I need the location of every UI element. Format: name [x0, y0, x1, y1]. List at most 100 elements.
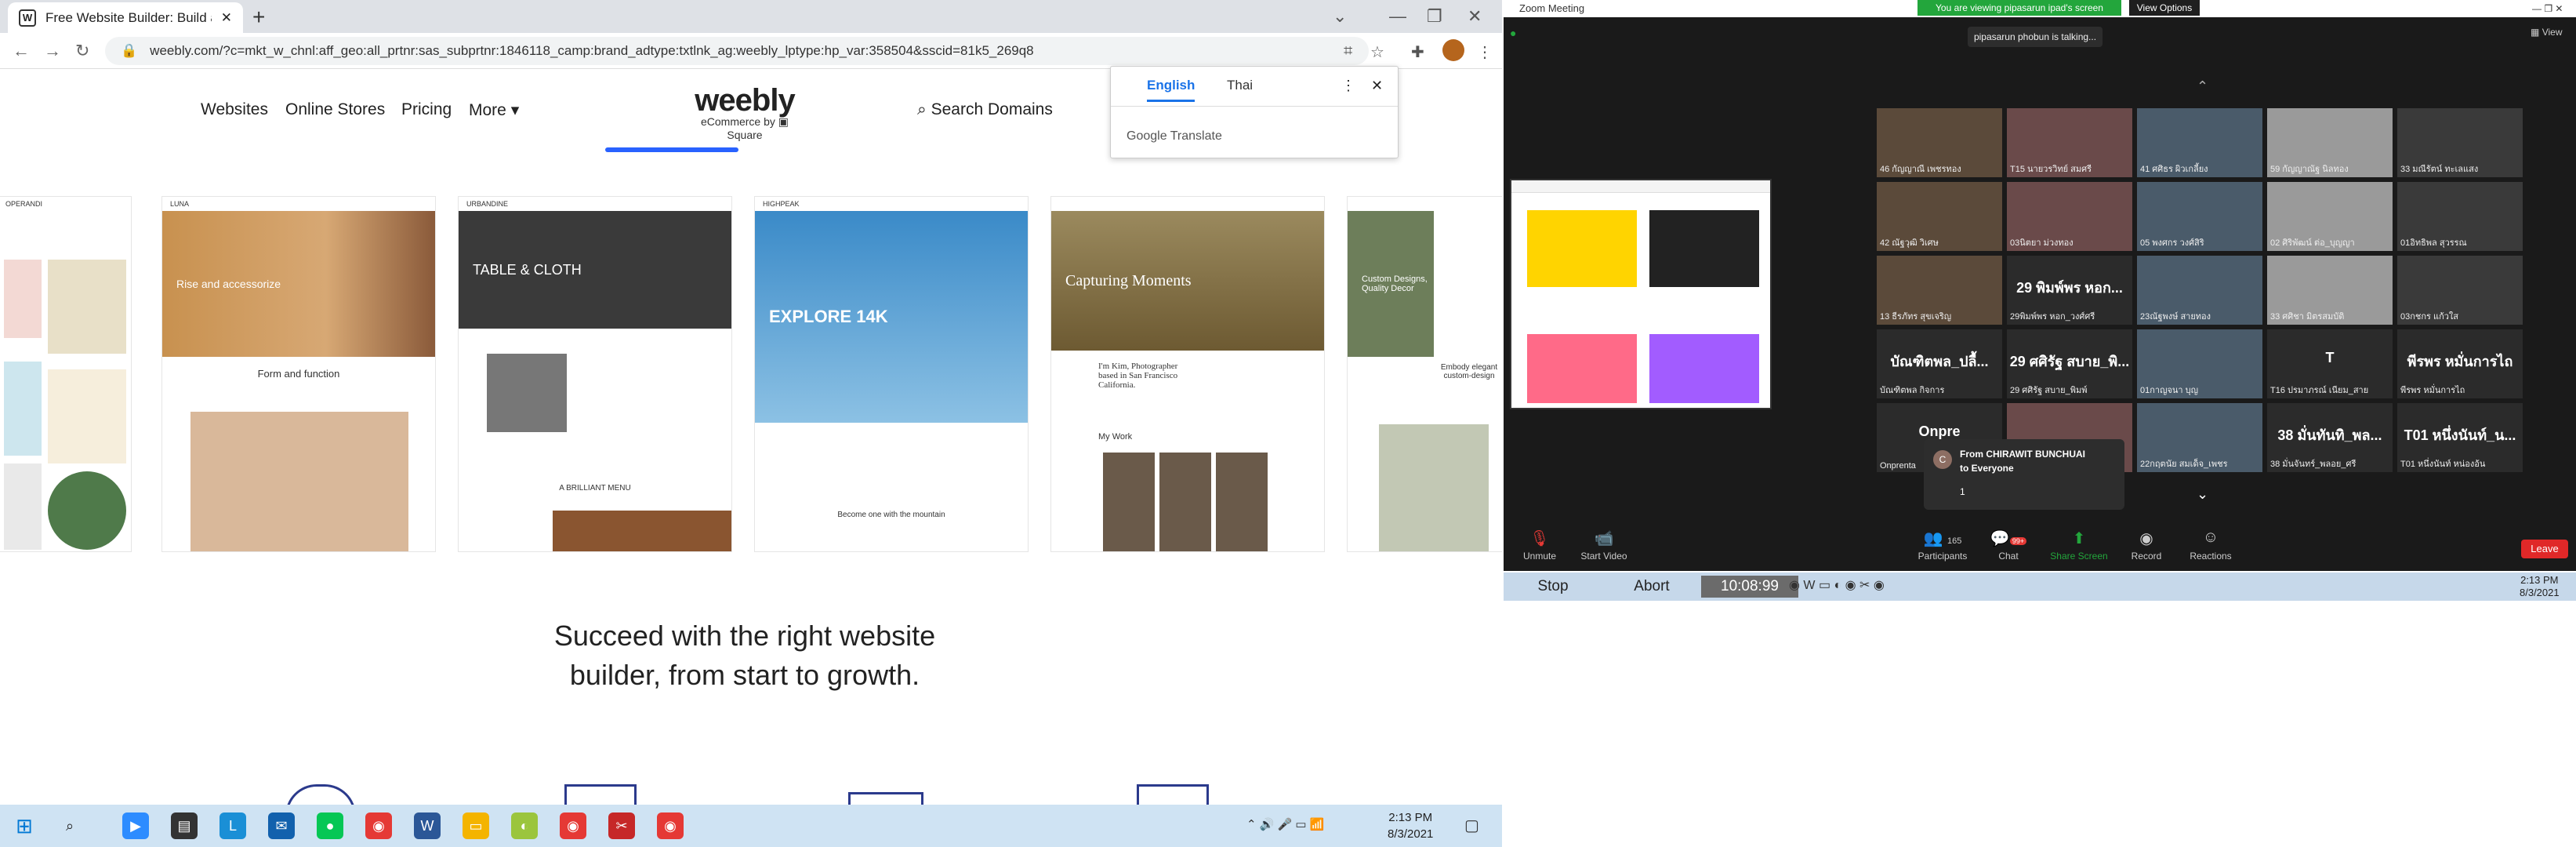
stop-button[interactable]: Stop [1504, 576, 1602, 598]
participant-tile[interactable]: 02 ศิริพัฒน์ ต่อ_บุญญา [2267, 182, 2393, 251]
participant-tile[interactable]: T01 หนึ่งนันท์_น... T01 หนึ่งนันท์ หน่องอ… [2397, 403, 2523, 472]
page-down-icon[interactable]: ⌄ [2197, 486, 2208, 503]
address-bar[interactable]: 🔒 weebly.com/?c=mkt_w_chnl:aff_geo:all_p… [105, 37, 1369, 65]
chat-notification[interactable]: C From CHIRAWIT BUNCHUAI to Everyone 1 [1924, 439, 2124, 510]
share-screen-button[interactable]: ⬆ Share Screen [2048, 529, 2110, 562]
chat-button[interactable]: 💬 99+ Chat [1977, 529, 2040, 562]
participant-tile[interactable]: 01อิทธิพล สุวรรณ [2397, 182, 2523, 251]
participants-button[interactable]: 👥 165 Participants [1911, 529, 1974, 562]
participant-tile[interactable]: 42 ณัฐวุฒิ วิเศษ [1877, 182, 2002, 251]
participant-tile[interactable]: 59 กัญญาณัฐ นิลทอง [2267, 108, 2393, 177]
participant-tile[interactable]: บัณฑิตพล_ปลื้... บัณฑิตพล กิจการ [1877, 329, 2002, 398]
zoom-window-controls-icon[interactable]: — ❐ ✕ [2532, 3, 2563, 14]
windows-start-icon[interactable]: ⊞ [11, 812, 38, 839]
recorder-icon[interactable]: ✂ [608, 812, 635, 839]
store-app-icon[interactable]: ▤ [171, 812, 198, 839]
chrome-profile-icon[interactable]: ◉ [560, 812, 586, 839]
view-options-button[interactable]: View Options [2129, 0, 2200, 16]
shared-screen[interactable] [1510, 179, 1772, 409]
zoom-app-icon[interactable]: ▶ [122, 812, 149, 839]
chat-avatar: C [1933, 450, 1952, 469]
translate-icon[interactable]: ⌗ [1344, 42, 1352, 60]
forward-icon[interactable]: → [44, 41, 61, 61]
folder-icon[interactable]: ▭ [463, 812, 489, 839]
browser-tab[interactable]: W Free Website Builder: Build a Fre ✕ [8, 2, 243, 33]
l-app-icon[interactable]: L [220, 812, 246, 839]
participant-tile[interactable]: 13 ธีรภัทร สุขเจริญ [1877, 256, 2002, 325]
start-video-button[interactable]: 📹 Start Video [1573, 529, 1635, 562]
participant-tile[interactable]: 03กชกร แก้วใส [2397, 256, 2523, 325]
back-icon[interactable]: ← [13, 41, 30, 61]
nav-pricing[interactable]: Pricing [401, 100, 452, 119]
chrome-window-icon[interactable]: ◉ [657, 812, 684, 839]
close-window-icon[interactable]: ✕ [1468, 6, 1482, 27]
participant-tile[interactable]: T15 นายวรวิทย์ สมศรี [2007, 108, 2132, 177]
taskbar-app-icons[interactable]: ◉ W ▭ ◐ ◉ ✂ ◉ [1789, 577, 1885, 593]
participant-tile[interactable]: 29 ศศิรัฐ สบาย_พิ... 29 ศศิรัฐ สบาย_พิมพ์ [2007, 329, 2132, 398]
weebly-logo[interactable]: weebly eCommerce by ▣ Square [682, 83, 807, 141]
participant-tile[interactable]: T T16 ปรมาภรณ์ เนียม_สาย [2267, 329, 2393, 398]
participant-tile[interactable]: 29 พิมพ์พร หอก... 29พิมพ์พร หอก_วงศ์ศรี [2007, 256, 2132, 325]
participant-tile[interactable]: 03นิตยา ม่วงทอง [2007, 182, 2132, 251]
extensions-icon[interactable]: ✚ [1411, 42, 1424, 62]
template-hero: EXPLORE 14K [755, 211, 1028, 423]
participant-name: 05 พงศกร วงศ์สิริ [2140, 238, 2204, 248]
nav-websites[interactable]: Websites [201, 100, 268, 119]
template-card-highpeak[interactable]: HIGHPEAK EXPLORE 14K Become one with the… [754, 196, 1029, 552]
new-tab-button[interactable]: + [252, 5, 265, 30]
translate-english-tab[interactable]: English [1147, 78, 1195, 102]
more-options-icon[interactable]: ⋮ [1341, 78, 1355, 94]
taskbar-clock[interactable]: 2:13 PM 8/3/2021 [1388, 809, 1433, 842]
participant-tile[interactable]: 41 ศศิธร ผิวเกลี้ยง [2137, 108, 2262, 177]
line-app-icon[interactable]: ● [317, 812, 343, 839]
reload-icon[interactable]: ↻ [75, 41, 89, 61]
notification-icon[interactable]: ▢ [1464, 816, 1479, 835]
participant-tile[interactable]: 23ณัฐพงษ์ สายทอง [2137, 256, 2262, 325]
search-domains-link[interactable]: ⌕ Search Domains [917, 100, 1053, 119]
page-up-icon[interactable]: ⌃ [2197, 78, 2208, 95]
translate-thai-tab[interactable]: Thai [1227, 78, 1253, 93]
unmute-button[interactable]: 🎙 Unmute [1508, 529, 1571, 562]
browser-menu-icon[interactable]: ⋮ [1477, 42, 1493, 62]
participant-tile[interactable]: 01กาญจนา บุญ [2137, 329, 2262, 398]
reactions-button[interactable]: ☺ Reactions [2179, 529, 2242, 562]
template-caption: Become one with the mountain [837, 511, 945, 519]
minimize-icon[interactable]: — [1389, 6, 1406, 27]
recorder-taskbar-clock[interactable]: 2:13 PM 8/3/2021 [2520, 574, 2560, 599]
participant-tile[interactable]: 33 ศศิชา มิตรสมบัติ [2267, 256, 2393, 325]
participant-tile[interactable]: 46 กัญญาณี เพชรทอง [1877, 108, 2002, 177]
participant-tile[interactable]: 38 มั่นทันทิ_พล... 38 มั่นจันทร์_พลอย_ศรี [2267, 403, 2393, 472]
participant-tile[interactable]: 05 พงศกร วงศ์สิริ [2137, 182, 2262, 251]
gallery-view-label: View [2542, 27, 2563, 38]
record-icon: ◉ [2139, 530, 2153, 547]
participant-tile[interactable]: 22กฤตนัย สมเด็จ_เพชร [2137, 403, 2262, 472]
record-button[interactable]: ◉ Record [2115, 529, 2178, 562]
lock-icon[interactable]: 🔒 [121, 43, 137, 59]
word-icon[interactable]: W [414, 812, 441, 839]
template-card-decor[interactable]: Custom Designs, Quality Decor Embody ele… [1347, 196, 1502, 552]
search-icon[interactable]: ⌕ [56, 812, 83, 839]
gallery-view-button[interactable]: ▦ View [2531, 27, 2562, 38]
participant-tile[interactable]: พีรพร หมั่นการไถ พีรพร หมั่นการไถ [2397, 329, 2523, 398]
share-screen-icon: ⬆ [2072, 530, 2086, 547]
nav-online-stores[interactable]: Online Stores [285, 100, 385, 119]
chrome-icon[interactable]: ◉ [365, 812, 392, 839]
template-card-photographer[interactable]: Capturing Moments I'm Kim, Photographer … [1050, 196, 1325, 552]
system-tray-icons[interactable]: ⌃ 🔊 🎤 ▭ 📶 [1246, 817, 1324, 831]
template-card-luna[interactable]: LUNA Rise and accessorize Form and funct… [161, 196, 436, 552]
mail-app-icon[interactable]: ✉ [268, 812, 295, 839]
template-card-urbandine[interactable]: URBANDINE TABLE & CLOTH A BRILLIANT MENU [458, 196, 732, 552]
abort-button[interactable]: Abort [1604, 576, 1700, 598]
bookmark-star-icon[interactable]: ☆ [1370, 42, 1384, 62]
close-icon[interactable]: ✕ [1371, 78, 1383, 94]
logo-square-text: Square [727, 129, 763, 141]
profile-avatar[interactable] [1442, 39, 1464, 61]
app-icon[interactable]: ◐ [511, 812, 538, 839]
leave-button[interactable]: Leave [2521, 540, 2568, 558]
profile-menu-icon[interactable]: ⌄ [1333, 6, 1347, 27]
participant-tile[interactable]: 33 มณีรัตน์ ทะเลแสง [2397, 108, 2523, 177]
nav-more[interactable]: More ▾ [469, 100, 519, 120]
close-tab-icon[interactable]: ✕ [221, 10, 232, 26]
restore-icon[interactable]: ❐ [1427, 6, 1442, 27]
template-card-operandi[interactable]: OPERANDI [0, 196, 132, 552]
